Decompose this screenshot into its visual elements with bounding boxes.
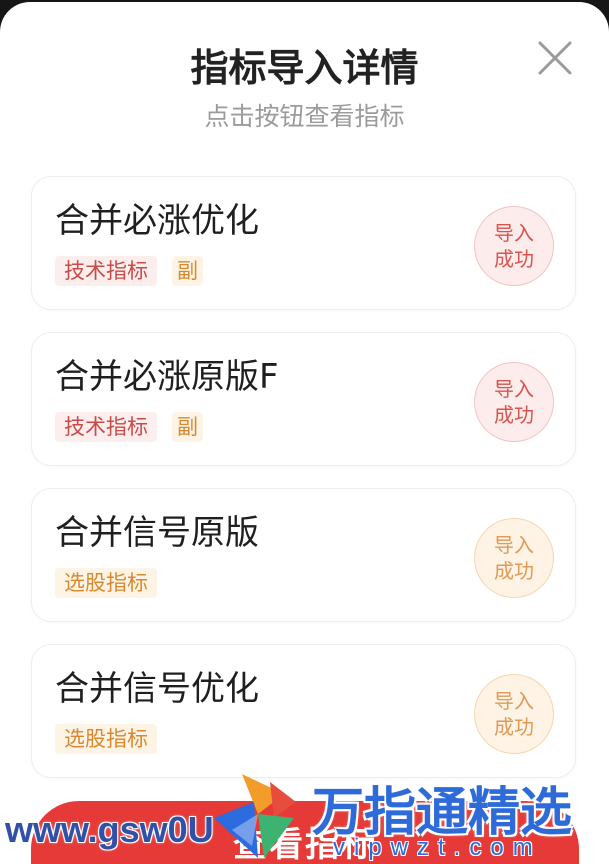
watermark-logo bbox=[212, 772, 296, 862]
watermark-site-text: www.gsw0U bbox=[5, 809, 214, 850]
import-success-stamp: 导入 成功 bbox=[474, 518, 554, 598]
tag-list: 技术指标 副 bbox=[55, 256, 203, 286]
tag-technical-indicator: 技术指标 bbox=[55, 412, 157, 442]
page-subtitle: 点击按钮查看指标 bbox=[204, 102, 405, 131]
stamp-line-2: 成功 bbox=[494, 559, 534, 583]
close-icon bbox=[538, 41, 572, 75]
import-success-stamp: 导入 成功 bbox=[474, 362, 554, 442]
watermark-domain-text: vipwzt.com bbox=[333, 834, 542, 861]
indicator-card: 合并必涨优化 技术指标 副 导入 成功 bbox=[31, 176, 576, 310]
brand-logo-icon bbox=[214, 774, 296, 858]
indicator-card: 合并信号原版 选股指标 导入 成功 bbox=[31, 488, 576, 622]
tag-list: 技术指标 副 bbox=[55, 412, 203, 442]
indicator-card: 合并必涨原版F 技术指标 副 导入 成功 bbox=[31, 332, 576, 466]
tag-technical-indicator: 技术指标 bbox=[55, 256, 157, 286]
import-success-stamp: 导入 成功 bbox=[474, 674, 554, 754]
stamp-line-1: 导入 bbox=[494, 533, 534, 557]
tag-list: 选股指标 bbox=[55, 724, 157, 754]
tag-stock-screening-indicator: 选股指标 bbox=[55, 724, 157, 754]
indicator-name: 合并必涨优化 bbox=[55, 201, 259, 241]
stamp-line-1: 导入 bbox=[494, 221, 534, 245]
stamp-line-1: 导入 bbox=[494, 689, 534, 713]
close-button[interactable] bbox=[536, 39, 574, 77]
page-title: 指标导入详情 bbox=[190, 46, 419, 90]
tag-stock-screening-indicator: 选股指标 bbox=[55, 568, 157, 598]
tag-sub-chart: 副 bbox=[172, 412, 203, 442]
stamp-line-1: 导入 bbox=[494, 377, 534, 401]
stamp-line-2: 成功 bbox=[494, 247, 534, 271]
indicator-card: 合并信号优化 选股指标 导入 成功 bbox=[31, 644, 576, 778]
import-details-sheet: 指标导入详情 点击按钮查看指标 合并必涨优化 技术指标 副 导入 成功 合并必涨… bbox=[0, 2, 609, 864]
stamp-line-2: 成功 bbox=[494, 715, 534, 739]
import-success-stamp: 导入 成功 bbox=[474, 206, 554, 286]
stamp-line-2: 成功 bbox=[494, 403, 534, 427]
tag-list: 选股指标 bbox=[55, 568, 157, 598]
indicator-name: 合并信号优化 bbox=[55, 669, 259, 709]
indicator-name: 合并必涨原版F bbox=[55, 357, 279, 397]
tag-sub-chart: 副 bbox=[172, 256, 203, 286]
indicator-name: 合并信号原版 bbox=[55, 513, 259, 553]
